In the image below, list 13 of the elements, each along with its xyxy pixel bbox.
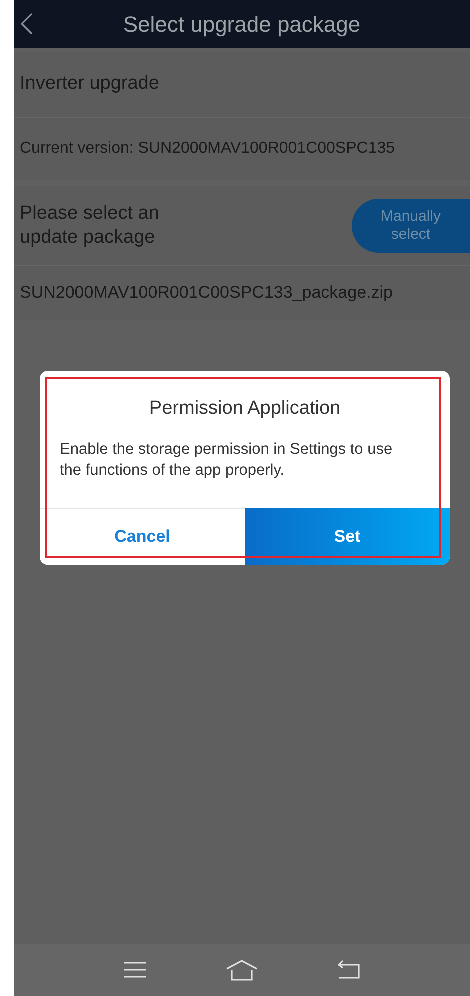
section-title: Inverter upgrade: [20, 72, 160, 96]
current-version-text: Current version: SUN2000MAV100R001C00SPC135: [20, 139, 396, 159]
package-file-name[interactable]: SUN2000MAV100R001C00SPC133_package.zip: [20, 280, 393, 306]
home-icon[interactable]: [225, 959, 259, 981]
manually-select-button[interactable]: Manually select: [352, 198, 470, 252]
set-button[interactable]: Set: [245, 508, 450, 565]
menu-icon[interactable]: [123, 961, 147, 979]
screen-title: Select upgrade package: [123, 10, 361, 39]
dialog-message: Enable the storage permission in Settings to use the functions of the app properly.: [59, 440, 394, 480]
select-package-label: Please select an update package: [20, 202, 160, 250]
back-icon[interactable]: [20, 12, 34, 36]
cancel-button[interactable]: Cancel: [40, 508, 245, 565]
dialog-title: Permission Application: [148, 397, 342, 421]
